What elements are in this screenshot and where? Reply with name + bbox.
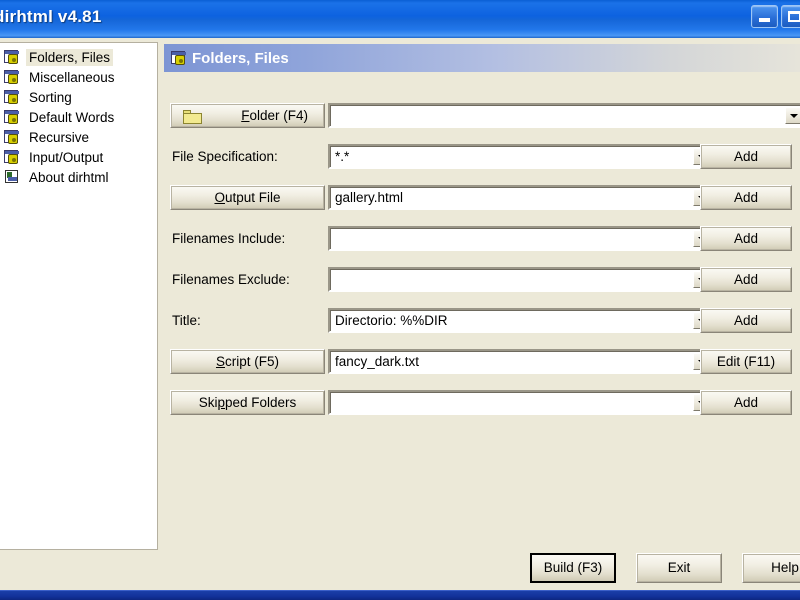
output-file-button[interactable]: Output File	[170, 185, 325, 210]
sidebar-item-label: Recursive	[29, 129, 90, 145]
window-title: dirhtml v4.81	[0, 7, 102, 26]
settings-window-icon	[4, 69, 20, 85]
form-row-label: Skipped Folders	[198, 394, 297, 410]
sidebar-item-recursive[interactable]: Recursive	[0, 127, 157, 147]
filenames-exclude-add-button[interactable]: Add	[700, 267, 792, 292]
form-row-label: Filenames Exclude:	[172, 272, 290, 287]
form-row-label: File Specification:	[172, 149, 278, 164]
script-f5-button[interactable]: Script (F5)	[170, 349, 325, 374]
combobox-value: Directorio: %%DIR	[335, 313, 448, 328]
output-file-combobox[interactable]: gallery.html	[328, 185, 714, 210]
form-row-label: Folder (F4)	[241, 107, 308, 123]
panel-header: Folders, Files	[164, 44, 800, 72]
settings-window-icon	[4, 89, 20, 105]
sidebar-item-input-output[interactable]: Input/Output	[0, 147, 157, 167]
maximize-icon	[788, 11, 800, 22]
sidebar-item-label: Default Words	[29, 109, 115, 125]
form-row-output-file: Output File gallery.html Add	[160, 182, 800, 223]
action-button-label: Add	[733, 271, 759, 287]
action-button-label: Add	[733, 230, 759, 246]
action-button-label: Add	[733, 312, 759, 328]
settings-window-icon	[4, 49, 20, 65]
folder-icon	[183, 110, 202, 124]
settings-window-icon	[4, 109, 20, 125]
settings-window-icon	[4, 129, 20, 145]
footer-button-bar: Build (F3) Exit Help	[0, 553, 800, 587]
window-controls	[751, 5, 800, 28]
filenames-include-combobox[interactable]	[328, 226, 714, 251]
sidebar-item-miscellaneous[interactable]: Miscellaneous	[0, 67, 157, 87]
filenames-exclude-combobox[interactable]	[328, 267, 714, 292]
form-row-label: Script (F5)	[215, 353, 279, 369]
script-f5-edit-f11-button[interactable]: Edit (F11)	[700, 349, 792, 374]
sidebar-item-label: Miscellaneous	[29, 69, 115, 85]
action-button-label: Edit (F11)	[716, 353, 776, 369]
filenames-include-add-button[interactable]: Add	[700, 226, 792, 251]
help-button[interactable]: Help	[742, 553, 800, 583]
skipped-folders-add-button[interactable]: Add	[700, 390, 792, 415]
action-button-label: Add	[733, 189, 759, 205]
sidebar-item-folders-files[interactable]: Folders, Files	[0, 47, 157, 67]
file-specification-combobox[interactable]: *.*	[328, 144, 714, 169]
action-button-label: Add	[733, 394, 759, 410]
sidebar-nav-list[interactable]: Folders, Files Miscellaneous Sorting Defaul…	[0, 42, 158, 550]
form-row-title: Title: Directorio: %%DIR Add	[160, 305, 800, 346]
sidebar-item-sorting[interactable]: Sorting	[0, 87, 157, 107]
chevron-down-icon[interactable]	[785, 107, 800, 124]
settings-form: Folder (F4) File Specification: *.* Add Outp…	[160, 100, 800, 428]
form-row-folder-f4: Folder (F4)	[160, 100, 800, 141]
skipped-folders-button[interactable]: Skipped Folders	[170, 390, 325, 415]
sidebar-item-about-dirhtml[interactable]: About dirhtml	[0, 167, 157, 187]
form-row-label: Filenames Include:	[172, 231, 286, 246]
about-icon	[4, 169, 20, 185]
sidebar-item-label: Sorting	[29, 89, 72, 105]
combobox-value: gallery.html	[335, 190, 404, 205]
settings-window-icon	[171, 50, 187, 66]
action-button-label: Add	[733, 148, 759, 164]
script-f5-combobox[interactable]: fancy_dark.txt	[328, 349, 714, 374]
form-row-script-f5: Script (F5) fancy_dark.txt Edit (F11)	[160, 346, 800, 387]
panel-header-title: Folders, Files	[192, 49, 289, 67]
folder-f4-button[interactable]: Folder (F4)	[170, 103, 325, 128]
title-add-button[interactable]: Add	[700, 308, 792, 333]
form-row-file-specification: File Specification: *.* Add	[160, 141, 800, 182]
folder-f4-combobox[interactable]	[328, 103, 800, 128]
sidebar-item-label: Input/Output	[29, 149, 104, 165]
minimize-icon	[759, 18, 770, 22]
form-row-filenames-include: Filenames Include: Add	[160, 223, 800, 264]
maximize-button[interactable]	[781, 5, 800, 28]
form-row-label: Output File	[214, 189, 281, 205]
title-bar: dirhtml v4.81	[0, 0, 800, 38]
build-button[interactable]: Build (F3)	[530, 553, 616, 583]
form-row-label: Title:	[172, 313, 201, 328]
combobox-value: *.*	[335, 149, 350, 164]
settings-window-icon	[4, 149, 20, 165]
skipped-folders-combobox[interactable]	[328, 390, 714, 415]
combobox-value: fancy_dark.txt	[335, 354, 420, 369]
sidebar-item-label: Folders, Files	[26, 48, 114, 66]
form-row-skipped-folders: Skipped Folders Add	[160, 387, 800, 428]
sidebar-item-default-words[interactable]: Default Words	[0, 107, 157, 127]
application-window: dirhtml v4.81 Folders, Files Miscellaneou…	[0, 0, 800, 600]
file-specification-add-button[interactable]: Add	[700, 144, 792, 169]
output-file-add-button[interactable]: Add	[700, 185, 792, 210]
sidebar-item-label: About dirhtml	[29, 169, 109, 185]
main-panel: Folders, Files Folder (F4) File Specifica…	[160, 42, 800, 550]
minimize-button[interactable]	[751, 5, 778, 28]
desktop-taskbar	[0, 590, 800, 600]
form-row-filenames-exclude: Filenames Exclude: Add	[160, 264, 800, 305]
exit-button[interactable]: Exit	[636, 553, 722, 583]
title-combobox[interactable]: Directorio: %%DIR	[328, 308, 714, 333]
